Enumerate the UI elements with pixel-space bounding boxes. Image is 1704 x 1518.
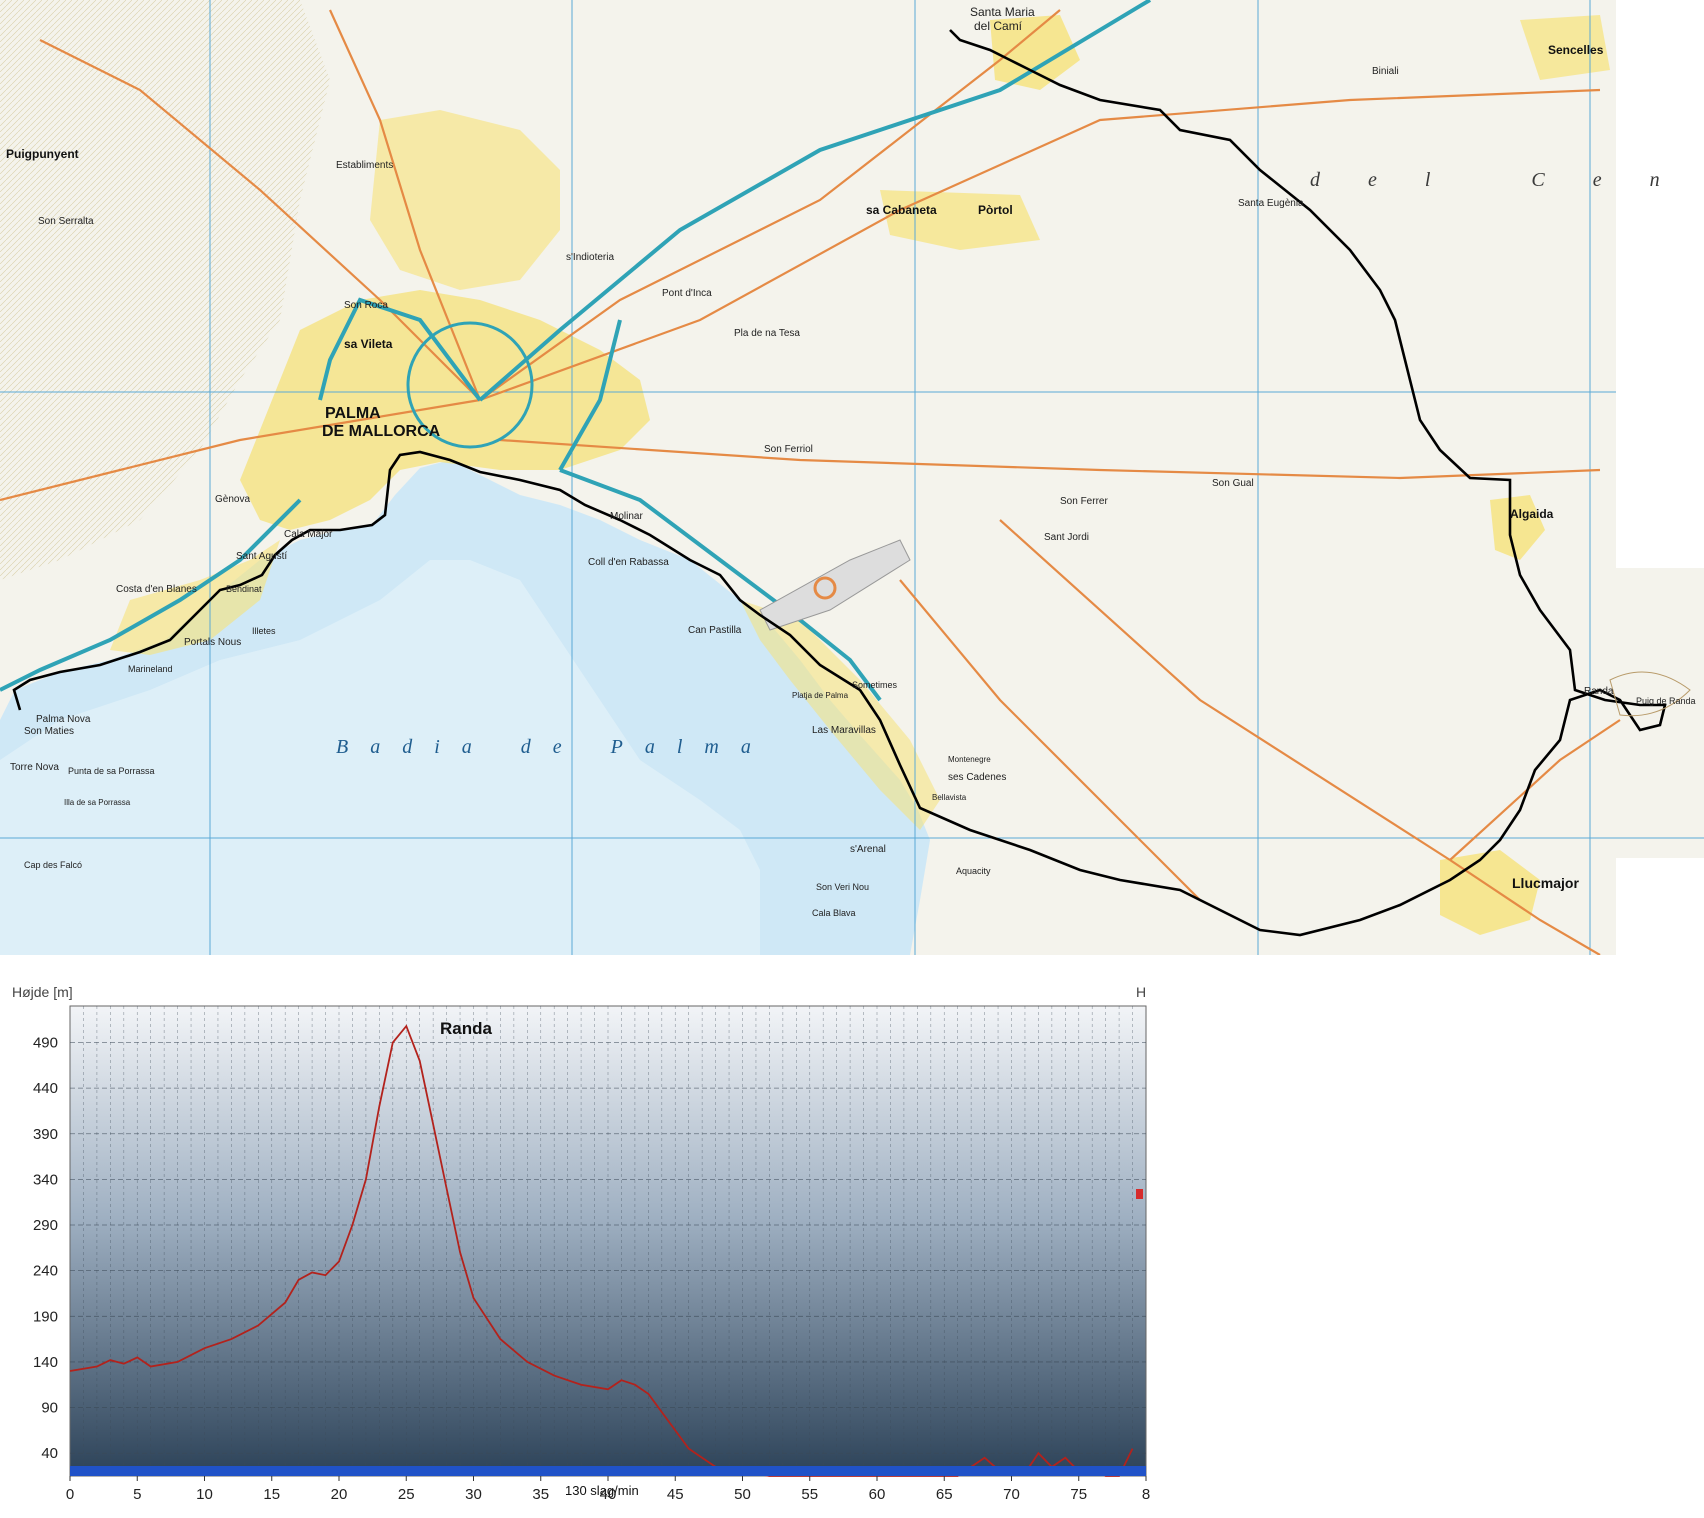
- place-torre-nova: Torre Nova: [10, 762, 59, 773]
- x-axis-ticks: 0 5 10 15 20 25 30 35 40 45 50 55 60 65 70 75 8: [66, 1476, 1150, 1503]
- place-bellavista: Bellavista: [932, 793, 967, 802]
- y-tick-label: 390: [33, 1126, 58, 1143]
- y-tick-label: 440: [33, 1080, 58, 1097]
- place-son-roca: Son Roca: [344, 300, 388, 311]
- x-tick-label: 50: [734, 1486, 751, 1503]
- place-son-maties: Son Maties: [24, 726, 74, 737]
- place-sometimes: Sometimes: [852, 680, 898, 690]
- place-genova: Gènova: [215, 494, 250, 505]
- y-tick-label: 490: [33, 1035, 58, 1052]
- place-llucmajor: Llucmajor: [1512, 875, 1579, 891]
- y-tick-label: 340: [33, 1171, 58, 1188]
- place-son-ferriol: Son Ferriol: [764, 444, 813, 455]
- place-illa-de-sa-porrassa: Illa de sa Porrassa: [64, 798, 131, 807]
- place-marineland: Marineland: [128, 664, 173, 674]
- place-bendinat: Bendinat: [226, 584, 262, 594]
- place-punta-de-sa-porrassa: Punta de sa Porrassa: [68, 766, 155, 776]
- place-sant-jordi: Sant Jordi: [1044, 532, 1089, 543]
- place-platja-de-palma: Platja de Palma: [792, 691, 849, 700]
- place-sindioteria: s'Indioteria: [566, 252, 614, 263]
- place-sencelles: Sencelles: [1548, 43, 1604, 57]
- place-portals-nous: Portals Nous: [184, 637, 241, 648]
- peak-label: Randa: [440, 1019, 493, 1038]
- cursor-marker: [1136, 1189, 1143, 1199]
- map-canvas[interactable]: PALMA DE MALLORCA Santa Maria del Camí S…: [0, 0, 1704, 955]
- place-son-serralta: Son Serralta: [38, 216, 94, 227]
- y-tick-label: 240: [33, 1263, 58, 1280]
- place-ses-cadenes: ses Cadenes: [948, 772, 1006, 783]
- x-tick-label: 75: [1070, 1486, 1087, 1503]
- place-biniali: Biniali: [1372, 66, 1399, 77]
- place-pla-de-na-tesa: Pla de na Tesa: [734, 328, 800, 339]
- y-tick-label: 190: [33, 1308, 58, 1325]
- place-sa-vileta: sa Vileta: [344, 337, 393, 351]
- place-sa-cabaneta: sa Cabaneta: [866, 203, 937, 217]
- x-tick-label: 35: [532, 1486, 549, 1503]
- place-son-ferrer: Son Ferrer: [1060, 496, 1108, 507]
- place-pont-dinca: Pont d'Inca: [662, 288, 712, 299]
- place-randa: Randa: [1584, 686, 1614, 697]
- y-tick-label: 90: [41, 1400, 58, 1417]
- x-tick-label: 5: [133, 1486, 141, 1503]
- place-coll-den-rabassa: Coll d'en Rabassa: [588, 557, 669, 568]
- heart-rate-band: [70, 1466, 1146, 1476]
- x-tick-label: 0: [66, 1486, 74, 1503]
- bay-label: Badia de Palma: [336, 736, 773, 758]
- x-tick-label: 40: [600, 1486, 617, 1503]
- x-tick-label: 55: [801, 1486, 818, 1503]
- elevation-profile-chart: Højde [m] H 130 slag/min Randa 490440390…: [12, 984, 1150, 1503]
- place-santa-maria: Santa Maria: [970, 5, 1035, 19]
- y-axis-ticks: 490 440 390 340 290 240 190 140 90 40: [33, 1035, 58, 1463]
- place-illetes: Illetes: [252, 626, 276, 636]
- place-cala-major: Cala Major: [284, 529, 333, 540]
- place-establiments: Establiments: [336, 160, 393, 171]
- x-tick-label: 30: [465, 1486, 482, 1503]
- x-tick-label: 20: [331, 1486, 348, 1503]
- place-cala-blava: Cala Blava: [812, 908, 856, 918]
- place-santa-eugenia: Santa Eugènia: [1238, 198, 1304, 209]
- place-sarenal: s'Arenal: [850, 844, 886, 855]
- elevation-profile-panel: Højde [m] H 130 slag/min Randa 490 440 390…: [0, 968, 1704, 1518]
- place-palma-nova: Palma Nova: [36, 714, 91, 725]
- place-cap-des-falco: Cap des Falcó: [24, 860, 82, 870]
- x-tick-label: 65: [936, 1486, 953, 1503]
- y-axis-title: Højde [m]: [12, 984, 73, 1000]
- x-tick-label: 10: [196, 1486, 213, 1503]
- place-del-cami: del Camí: [974, 19, 1023, 33]
- place-puigpunyent: Puigpunyent: [6, 147, 79, 161]
- x-tick-label: 70: [1003, 1486, 1020, 1503]
- place-son-gual: Son Gual: [1212, 478, 1254, 489]
- x-tick-label: 45: [667, 1486, 684, 1503]
- x-tick-label: 15: [263, 1486, 280, 1503]
- topographic-map[interactable]: PALMA DE MALLORCA Santa Maria del Camí S…: [0, 0, 1704, 955]
- place-puig-de-randa: Puig de Randa: [1636, 696, 1696, 706]
- right-corner-label: H: [1136, 984, 1146, 1000]
- place-can-pastilla: Can Pastilla: [688, 625, 742, 636]
- x-tick-label: 60: [869, 1486, 886, 1503]
- place-costa-den-blanes: Costa d'en Blanes: [116, 584, 197, 595]
- place-algaida: Algaida: [1510, 507, 1554, 521]
- region-label: del Centro: [1310, 169, 1704, 191]
- y-tick-label: 140: [33, 1354, 58, 1371]
- place-de-mallorca: DE MALLORCA: [322, 423, 441, 440]
- place-palma: PALMA: [325, 405, 381, 422]
- place-sant-agusti: Sant Agustí: [236, 551, 287, 562]
- place-son-veri-nou: Son Veri Nou: [816, 882, 869, 892]
- y-tick-label: 40: [41, 1445, 58, 1462]
- place-aquacity: Aquacity: [956, 866, 991, 876]
- place-montenegre: Montenegre: [948, 755, 991, 764]
- x-tick-label: 8: [1142, 1486, 1150, 1503]
- place-portol: Pòrtol: [978, 203, 1013, 217]
- x-tick-label: 25: [398, 1486, 415, 1503]
- place-las-maravillas: Las Maravillas: [812, 725, 876, 736]
- place-molinar: Molinar: [610, 511, 643, 522]
- y-tick-label: 290: [33, 1217, 58, 1234]
